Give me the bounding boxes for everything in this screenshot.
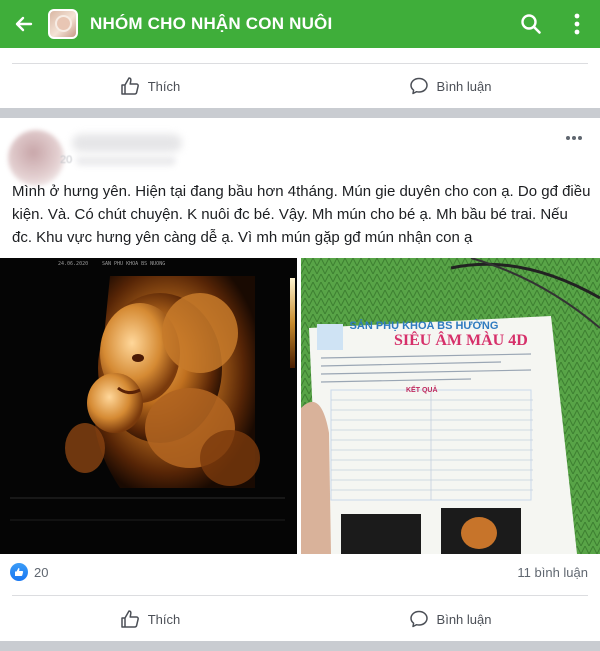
feed-separator [0, 641, 600, 651]
reactions-summary[interactable]: 20 [10, 563, 48, 581]
author-avatar[interactable] [8, 130, 64, 186]
comment-label: Bình luận [436, 611, 492, 627]
like-label: Thích [147, 78, 181, 94]
comment-button[interactable]: Bình luận [300, 609, 600, 629]
fetus-ultrasound-image [0, 274, 297, 554]
like-button[interactable]: Thích [0, 609, 300, 629]
comment-button[interactable]: Bình luận [300, 76, 600, 96]
report-section: KẾT QUẢ [406, 387, 438, 394]
comment-count-link[interactable]: 11 bình luận [517, 565, 588, 580]
author-name-redacted[interactable] [72, 134, 182, 152]
ultrasound-color-scale [290, 278, 295, 368]
more-options-button[interactable] [554, 0, 600, 48]
prev-post-actions: Thích Bình luận [0, 64, 600, 108]
post-time: 20 [60, 154, 73, 166]
like-reaction-icon [10, 563, 28, 581]
comment-bubble-icon [409, 610, 428, 628]
report-paper-image [301, 258, 600, 554]
divider [12, 595, 588, 596]
group-title[interactable]: NHÓM CHO NHẬN CON NUÔI [90, 14, 508, 34]
ultrasound-photo[interactable]: 24.06.2020 SAN PHU KHOA BS NUONG [0, 258, 297, 554]
reaction-count: 20 [34, 564, 49, 580]
like-button[interactable]: Thích [0, 76, 300, 96]
back-button[interactable] [0, 0, 48, 48]
horizontal-ellipsis-icon [566, 136, 582, 140]
post-body-text: Mình ở hưng yên. Hiện tại đang bầu hơn 4… [12, 183, 591, 246]
thumbs-up-icon [15, 568, 24, 576]
ultrasound-report-photo[interactable]: SẢN PHỤ KHOA BS HƯỜNG SIÊU ÂM MÀU 4D KẾT… [301, 258, 600, 554]
post-time-redacted [76, 156, 176, 166]
thumbs-up-icon [120, 610, 139, 628]
search-icon [521, 14, 541, 34]
comment-label: Bình luận [436, 78, 492, 94]
search-button[interactable] [508, 0, 554, 48]
like-label: Thích [147, 611, 181, 627]
report-title: SIÊU ÂM MÀU 4D [394, 332, 528, 349]
feed-separator [0, 108, 600, 118]
report-clinic: SẢN PHỤ KHOA BS HƯỜNG [349, 320, 499, 332]
thumbs-up-icon [120, 77, 139, 95]
post-more-button[interactable] [560, 128, 588, 148]
vertical-ellipsis-icon [574, 13, 580, 35]
post-actions: Thích Bình luận [0, 597, 600, 641]
comment-bubble-icon [409, 77, 428, 95]
arrow-left-icon [15, 16, 33, 32]
top-app-bar: NHÓM CHO NHẬN CON NUÔI [0, 0, 600, 48]
group-avatar[interactable] [48, 9, 78, 39]
